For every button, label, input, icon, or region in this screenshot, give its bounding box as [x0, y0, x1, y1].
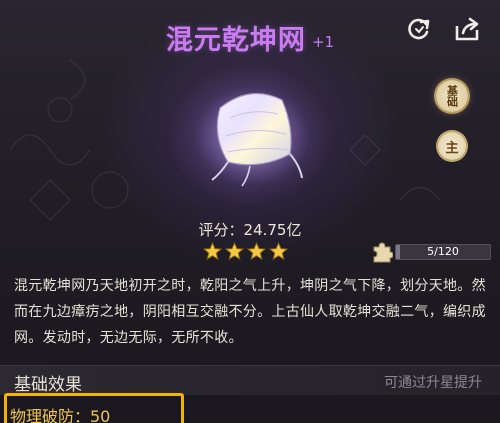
main-attribute-badge[interactable]: 主 — [438, 132, 466, 160]
puzzle-piece-icon — [373, 242, 393, 263]
base-effects-header: 基础效果 可通过升星提升 — [0, 365, 500, 395]
item-name: 混元乾坤网 — [165, 25, 306, 56]
star-icon — [269, 242, 288, 261]
item-detail-panel: 混元乾坤网 +1 基础 主 评分：24.75亿 5/120 混元乾坤网乃天地初开… — [0, 0, 500, 423]
net-artifact-icon — [194, 86, 310, 187]
star-icon — [203, 242, 222, 261]
score-label: 评分： — [198, 221, 244, 239]
shard-progress: 5/120 — [371, 241, 491, 263]
share-icon — [455, 17, 479, 41]
star-icon — [247, 242, 266, 261]
score-value: 24.75亿 — [243, 221, 302, 239]
shard-count: 5/120 — [427, 245, 459, 258]
upgrade-hint: 可通过升星提升 — [384, 375, 482, 391]
item-description: 混元乾坤网乃天地初开之时，乾阳之气上升，坤阴之气下降，划分天地。然而在九边瘴疠之… — [14, 278, 486, 346]
refresh-button[interactable] — [404, 14, 434, 44]
enhance-level: +1 — [311, 33, 335, 51]
section-title: 基础效果 — [14, 375, 82, 395]
refresh-icon — [408, 18, 430, 40]
star-rating — [203, 242, 288, 261]
share-button[interactable] — [452, 14, 482, 44]
score-row: 评分：24.75亿 — [0, 219, 500, 240]
stat-physical-armor-break: 物理破防：50 — [10, 407, 111, 423]
star-icon — [225, 242, 244, 261]
shard-progress-bar: 5/120 — [395, 244, 491, 260]
base-attribute-badge[interactable]: 基础 — [436, 80, 468, 112]
